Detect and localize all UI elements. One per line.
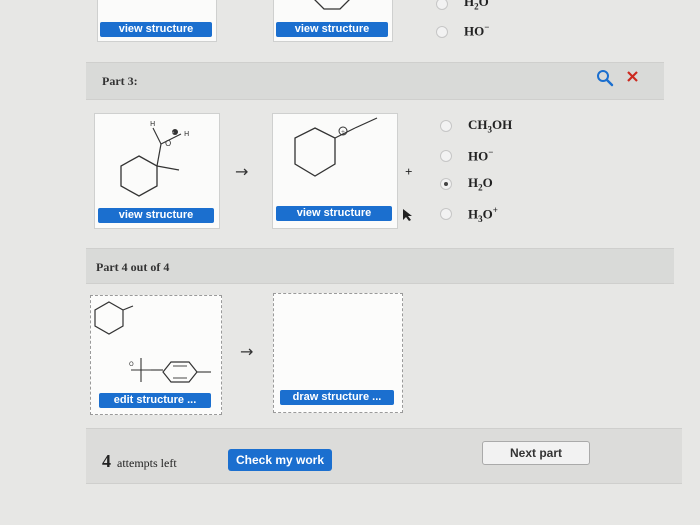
part3-reaction-arrow: → xyxy=(235,162,249,181)
part2-radio-h2o[interactable] xyxy=(436,0,448,10)
mouse-cursor-icon xyxy=(402,208,414,227)
part3-radio-ch3oh[interactable] xyxy=(440,120,452,132)
part3-radio-h3o[interactable] xyxy=(440,208,452,220)
part2-product-ring xyxy=(314,0,350,10)
part3-option-ch3oh: CH3OH xyxy=(468,117,513,135)
part3-option-ho: HO− xyxy=(468,147,494,164)
part3-product-structure: + xyxy=(294,117,378,177)
part2-option-ho: HO− xyxy=(464,22,490,39)
search-icon[interactable] xyxy=(596,69,614,87)
carbocation-charge: + xyxy=(341,128,345,136)
oxonium-charge: + xyxy=(172,131,175,136)
part2-view-structure-button-2[interactable]: view structure xyxy=(276,22,388,37)
part3-option-h2o: H2O xyxy=(468,175,493,193)
part4-header: Part 4 out of 4 xyxy=(86,248,674,284)
part3-option-h3o: H3O+ xyxy=(468,205,498,224)
check-my-work-button[interactable]: Check my work xyxy=(228,449,332,471)
attempts-count: 4 xyxy=(102,451,111,471)
part3-product-view-structure-button[interactable]: view structure xyxy=(276,206,392,221)
part4-edit-structure-button[interactable]: edit structure ... xyxy=(99,393,211,408)
part3-radio-ho[interactable] xyxy=(440,150,452,162)
part4-reactant-structure: O xyxy=(94,301,211,383)
part2-view-structure-button-1[interactable]: view structure xyxy=(100,22,212,37)
part3-radio-h2o[interactable] xyxy=(440,178,452,190)
part2-option-h2o: H2O xyxy=(464,0,489,12)
part3-reactant-structure: + H H O xyxy=(120,120,189,197)
part4-draw-structure-button[interactable]: draw structure ... xyxy=(280,390,394,405)
attempts-label: attempts left xyxy=(117,456,177,470)
part4-reaction-arrow: → xyxy=(240,342,254,361)
atom-o: O xyxy=(165,139,171,148)
part3-title: Part 3: xyxy=(102,74,138,88)
part2-radio-ho[interactable] xyxy=(436,26,448,38)
part4-atom-o: O xyxy=(129,361,134,368)
attempts-indicator: 4 attempts left xyxy=(102,451,177,472)
atom-h-2: H xyxy=(184,130,189,138)
part3-header: Part 3: xyxy=(86,62,664,100)
part4-title: Part 4 out of 4 xyxy=(96,260,170,274)
footer-bar: 4 attempts left Check my work Next part xyxy=(86,428,682,484)
part3-reactant-view-structure-button[interactable]: view structure xyxy=(98,208,214,223)
close-icon[interactable] xyxy=(626,70,640,84)
part3-plus-sign: + xyxy=(405,164,413,179)
atom-h-1: H xyxy=(150,120,155,128)
next-part-button[interactable]: Next part xyxy=(482,441,590,465)
